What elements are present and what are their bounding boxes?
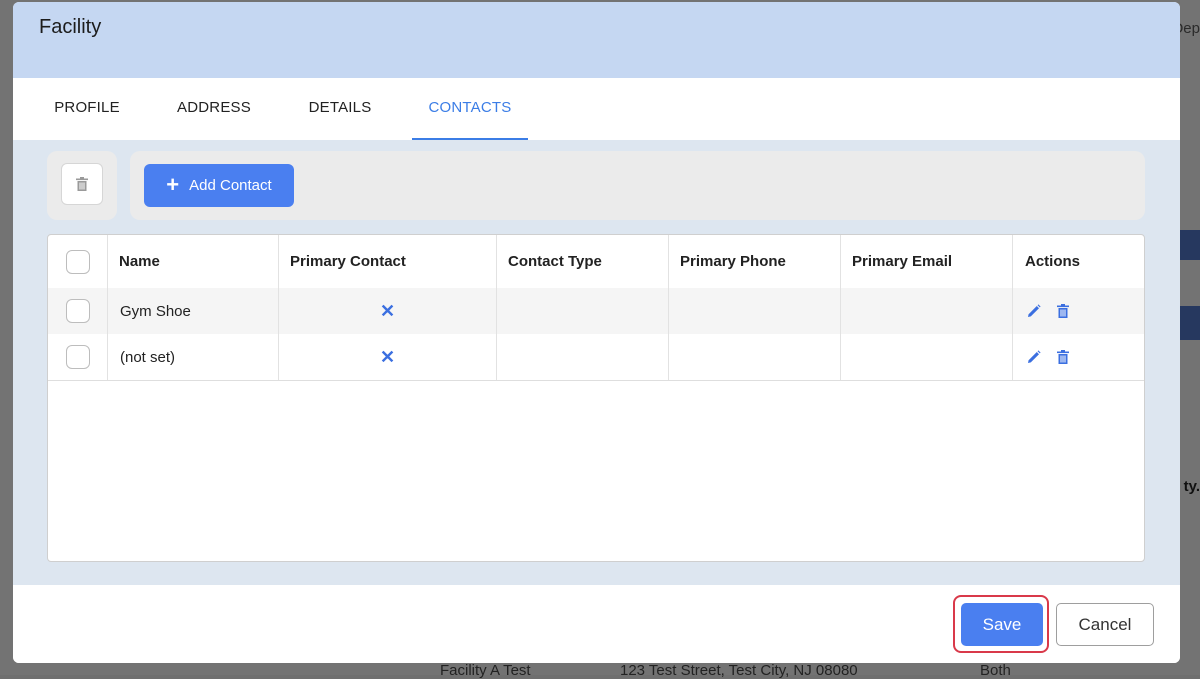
contacts-toolbar: + Add Contact xyxy=(130,151,1145,220)
primary-contact-cell: ✕ xyxy=(279,288,497,334)
modal-header: Facility xyxy=(13,2,1180,78)
tab-contacts[interactable]: CONTACTS xyxy=(412,78,528,140)
tab-details[interactable]: DETAILS xyxy=(296,78,384,138)
tab-profile[interactable]: PROFILE xyxy=(43,78,131,138)
background-partial-text: ty. xyxy=(1183,478,1200,495)
save-button[interactable]: Save xyxy=(961,603,1043,646)
primary-phone xyxy=(669,334,841,380)
row-actions xyxy=(1013,288,1144,334)
primary-email xyxy=(841,334,1013,380)
primary-email xyxy=(841,288,1013,334)
table-row[interactable]: (not set) ✕ xyxy=(48,334,1144,381)
contact-type xyxy=(497,334,669,380)
table-row[interactable]: Gym Shoe ✕ xyxy=(48,288,1144,335)
column-header-contact-type[interactable]: Contact Type xyxy=(497,235,669,288)
facility-modal: Facility PROFILE ADDRESS DETAILS CONTACT… xyxy=(13,2,1180,663)
background-button xyxy=(1180,230,1200,260)
column-header-primary-email[interactable]: Primary Email xyxy=(841,235,1013,288)
trash-icon[interactable] xyxy=(1057,304,1069,318)
column-header-primary-phone[interactable]: Primary Phone xyxy=(669,235,841,288)
tab-bar: PROFILE ADDRESS DETAILS CONTACTS xyxy=(13,78,1180,140)
contact-type xyxy=(497,288,669,334)
column-header-actions: Actions xyxy=(1025,253,1081,270)
delete-selected-button[interactable] xyxy=(61,163,103,205)
delete-toolbar xyxy=(47,151,117,220)
contact-name: Gym Shoe xyxy=(108,288,279,334)
row-checkbox[interactable] xyxy=(65,299,90,323)
table-header-row: Name Primary Contact Contact Type Primar… xyxy=(48,235,1144,289)
primary-phone xyxy=(669,288,841,334)
row-select-cell xyxy=(48,334,108,380)
pencil-icon[interactable] xyxy=(1027,350,1041,364)
contacts-table: Name Primary Contact Contact Type Primar… xyxy=(47,234,1145,562)
modal-title: Facility xyxy=(39,16,102,38)
column-header-primary-contact[interactable]: Primary Contact xyxy=(279,235,497,288)
row-checkbox[interactable] xyxy=(65,345,90,369)
column-header-name[interactable]: Name xyxy=(108,235,279,288)
tab-address[interactable]: ADDRESS xyxy=(166,78,262,138)
pencil-icon[interactable] xyxy=(1027,304,1041,318)
plus-icon: + xyxy=(166,171,180,197)
x-icon: ✕ xyxy=(379,346,396,367)
primary-contact-cell: ✕ xyxy=(279,334,497,380)
contact-name: (not set) xyxy=(108,334,279,380)
trash-icon[interactable] xyxy=(1057,350,1069,364)
background-button xyxy=(1180,306,1200,340)
add-contact-button[interactable]: + Add Contact xyxy=(144,164,294,207)
background-cell: 123 Test Street, Test City, NJ 08080 xyxy=(620,662,858,679)
add-contact-label: Add Contact xyxy=(189,177,272,194)
trash-icon xyxy=(76,177,88,191)
row-actions xyxy=(1013,334,1144,380)
background-cell: Both xyxy=(980,662,1011,679)
contacts-panel: + Add Contact Name Primary Contact Conta… xyxy=(13,140,1180,585)
cancel-button[interactable]: Cancel xyxy=(1056,603,1154,646)
row-select-cell xyxy=(48,288,108,334)
background-cell: Facility A Test xyxy=(440,662,531,679)
x-icon: ✕ xyxy=(379,300,396,321)
select-all-checkbox[interactable] xyxy=(65,249,90,274)
select-all-cell xyxy=(48,235,108,288)
modal-footer: Save Cancel xyxy=(13,585,1180,663)
